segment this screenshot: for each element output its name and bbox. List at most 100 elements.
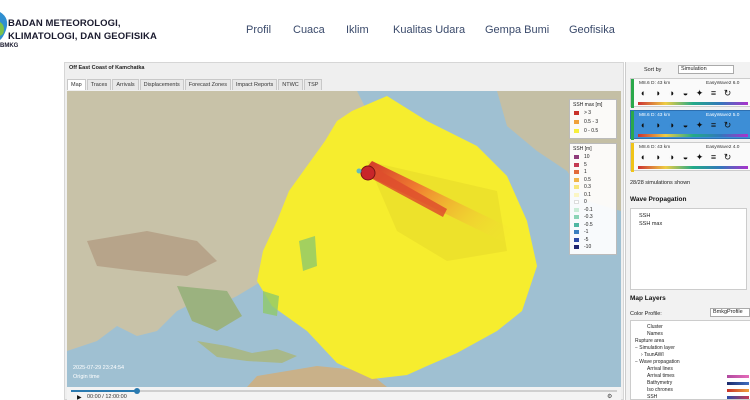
settings-gear-icon[interactable]: ⚙ [607, 393, 612, 400]
tab-arrivals[interactable]: Arrivals [112, 79, 139, 90]
layers-icon[interactable]: ≡ [708, 88, 719, 99]
simulation-card[interactable]: M8.6 D: 43 km EasyWave2 6.0 ◐ ◑ ◑ ◒ ✦ ≡ … [630, 78, 750, 108]
legend-ssh-title: SSH [m] [573, 146, 592, 152]
moon-icon[interactable]: ◑ [666, 88, 677, 99]
legend-swatch [574, 162, 579, 167]
legend-label: 0.5 [584, 176, 591, 183]
legend-swatch [574, 155, 579, 159]
legend-ssh-max: SSH max [m] > 3 0.5 - 3 0 - 0.5 [569, 99, 617, 139]
nav-gempa-bumi[interactable]: Gempa Bumi [485, 24, 549, 36]
legend-label: 5 [584, 161, 587, 168]
timeline-track[interactable] [71, 390, 617, 392]
layer-item[interactable]: SSH [647, 394, 657, 400]
layer-item[interactable]: Iso chrones [647, 387, 673, 393]
wave-icon[interactable]: ◑ [652, 120, 663, 131]
half-circle-icon[interactable]: ◒ [680, 120, 691, 131]
tab-traces[interactable]: Traces [86, 79, 112, 90]
legend-swatch [574, 185, 579, 189]
tool-icon[interactable]: ✦ [694, 152, 705, 163]
simulation-count: 28/28 simulations shown [630, 180, 691, 186]
reload-icon[interactable]: ↻ [722, 88, 733, 99]
event-title: Off East Coast of Kamchatka [69, 65, 145, 71]
legend-swatch [574, 222, 579, 227]
layers-icon[interactable]: ≡ [708, 120, 719, 131]
legend-label: 0.5 - 3 [584, 119, 599, 125]
map-canvas [67, 91, 621, 387]
simulation-card-selected[interactable]: M8.6 D: 43 km EasyWave2 5.0 ◐ ◑ ◑ ◒ ✦ ≡ … [630, 110, 750, 140]
legend-label: > 3 [584, 110, 592, 116]
view-tabs: Map Traces Arrivals Displacements Foreca… [67, 79, 323, 90]
legend-swatch [574, 111, 579, 115]
map-timestamp: 2025-07-29 23:24:54 [73, 365, 125, 371]
nav-iklim[interactable]: Iklim [346, 24, 369, 36]
nav-kualitas-udara[interactable]: Kualitas Udara [393, 24, 465, 36]
tab-displacements[interactable]: Displacements [139, 79, 184, 90]
layers-icon[interactable]: ≡ [708, 152, 719, 163]
legend-swatch [574, 129, 579, 133]
layer-item[interactable]: Arrival times [647, 373, 675, 379]
legend-label: -5 [584, 236, 589, 243]
beachball-icon[interactable]: ◐ [638, 120, 649, 131]
sim-magnitude-depth: M8.6 D: 43 km [639, 81, 671, 86]
color-profile-select[interactable]: BmkgProfile [710, 308, 750, 317]
sim-magnitude-depth: M8.6 D: 43 km [639, 113, 671, 118]
sim-actions: ◐ ◑ ◑ ◒ ✦ ≡ ↻ [638, 88, 736, 99]
wave-item-ssh-max[interactable]: SSH max [639, 221, 662, 227]
layer-item[interactable]: Names [647, 331, 663, 337]
map-view[interactable]: SSH max [m] > 3 0.5 - 3 0 - 0.5 SSH [m] … [67, 91, 621, 387]
layer-item[interactable]: Bathymetry [647, 380, 672, 386]
legend-label: -10 [584, 244, 592, 250]
beachball-icon[interactable]: ◐ [638, 152, 649, 163]
layer-swatch [727, 375, 749, 378]
wave-propagation-list: SSH SSH max [630, 208, 747, 290]
legend-label: -0.3 [584, 214, 593, 220]
layer-item[interactable]: Rupture area [635, 338, 664, 344]
simulation-app: Off East Coast of Kamchatka Map Traces A… [64, 62, 624, 400]
layer-item[interactable]: Arrival lines [647, 366, 673, 372]
reload-icon[interactable]: ↻ [722, 152, 733, 163]
legend-swatch [574, 207, 579, 212]
logo-abbrev: BMKG [0, 43, 19, 49]
logo-title-line1: BADAN METEOROLOGI, [8, 18, 121, 29]
tab-impact-reports[interactable]: Impact Reports [231, 79, 278, 90]
moon-icon[interactable]: ◑ [666, 120, 677, 131]
timeline-handle[interactable] [133, 388, 140, 394]
simulation-card[interactable]: M8.6 D: 43 km EasyWave2 4.0 ◐ ◑ ◑ ◒ ✦ ≡ … [630, 142, 750, 172]
layer-item[interactable]: Cluster [647, 324, 663, 330]
legend-swatch [574, 170, 579, 174]
wave-icon[interactable]: ◑ [652, 152, 663, 163]
map-layers-title: Map Layers [630, 295, 666, 302]
legend-swatch [574, 230, 579, 234]
half-circle-icon[interactable]: ◒ [680, 88, 691, 99]
sim-color-strip [638, 166, 748, 169]
wave-item-ssh[interactable]: SSH [639, 213, 650, 219]
legend-label: -0.1 [584, 206, 593, 213]
layer-swatch [727, 389, 749, 392]
legend-swatch [574, 200, 579, 204]
nav-geofisika[interactable]: Geofisika [569, 24, 615, 36]
reload-icon[interactable]: ↻ [722, 120, 733, 131]
half-circle-icon[interactable]: ◒ [680, 152, 691, 163]
nav-cuaca[interactable]: Cuaca [293, 24, 325, 36]
moon-icon[interactable]: ◑ [666, 152, 677, 163]
layer-item[interactable]: › TsunAWI [641, 352, 664, 358]
sort-select[interactable]: Simulation [678, 65, 734, 74]
tab-forecast-zones[interactable]: Forecast Zones [184, 79, 231, 90]
simulation-sidebar: Sort by Simulation M8.6 D: 43 km EasyWav… [625, 62, 750, 400]
sim-actions: ◐ ◑ ◑ ◒ ✦ ≡ ↻ [638, 120, 736, 131]
tab-tsp[interactable]: TSP [303, 79, 323, 90]
playback-bar: ▶ 00:00 / 12:00:00 ⚙ [67, 387, 621, 400]
tab-ntwc[interactable]: NTWC [278, 79, 303, 90]
tab-map[interactable]: Map [67, 79, 86, 90]
layer-swatch [727, 396, 749, 399]
wave-icon[interactable]: ◑ [652, 88, 663, 99]
beachball-icon[interactable]: ◐ [638, 88, 649, 99]
play-icon[interactable]: ▶ [77, 394, 82, 400]
nav-profil[interactable]: Profil [246, 24, 271, 36]
layer-item[interactable]: − Simulation layer [635, 345, 675, 351]
tool-icon[interactable]: ✦ [694, 88, 705, 99]
sort-label: Sort by [644, 67, 662, 73]
map-layers-tree: Cluster Names Rupture area − Simulation … [630, 320, 750, 400]
layer-item[interactable]: − Wave propagation [635, 359, 680, 365]
tool-icon[interactable]: ✦ [694, 120, 705, 131]
